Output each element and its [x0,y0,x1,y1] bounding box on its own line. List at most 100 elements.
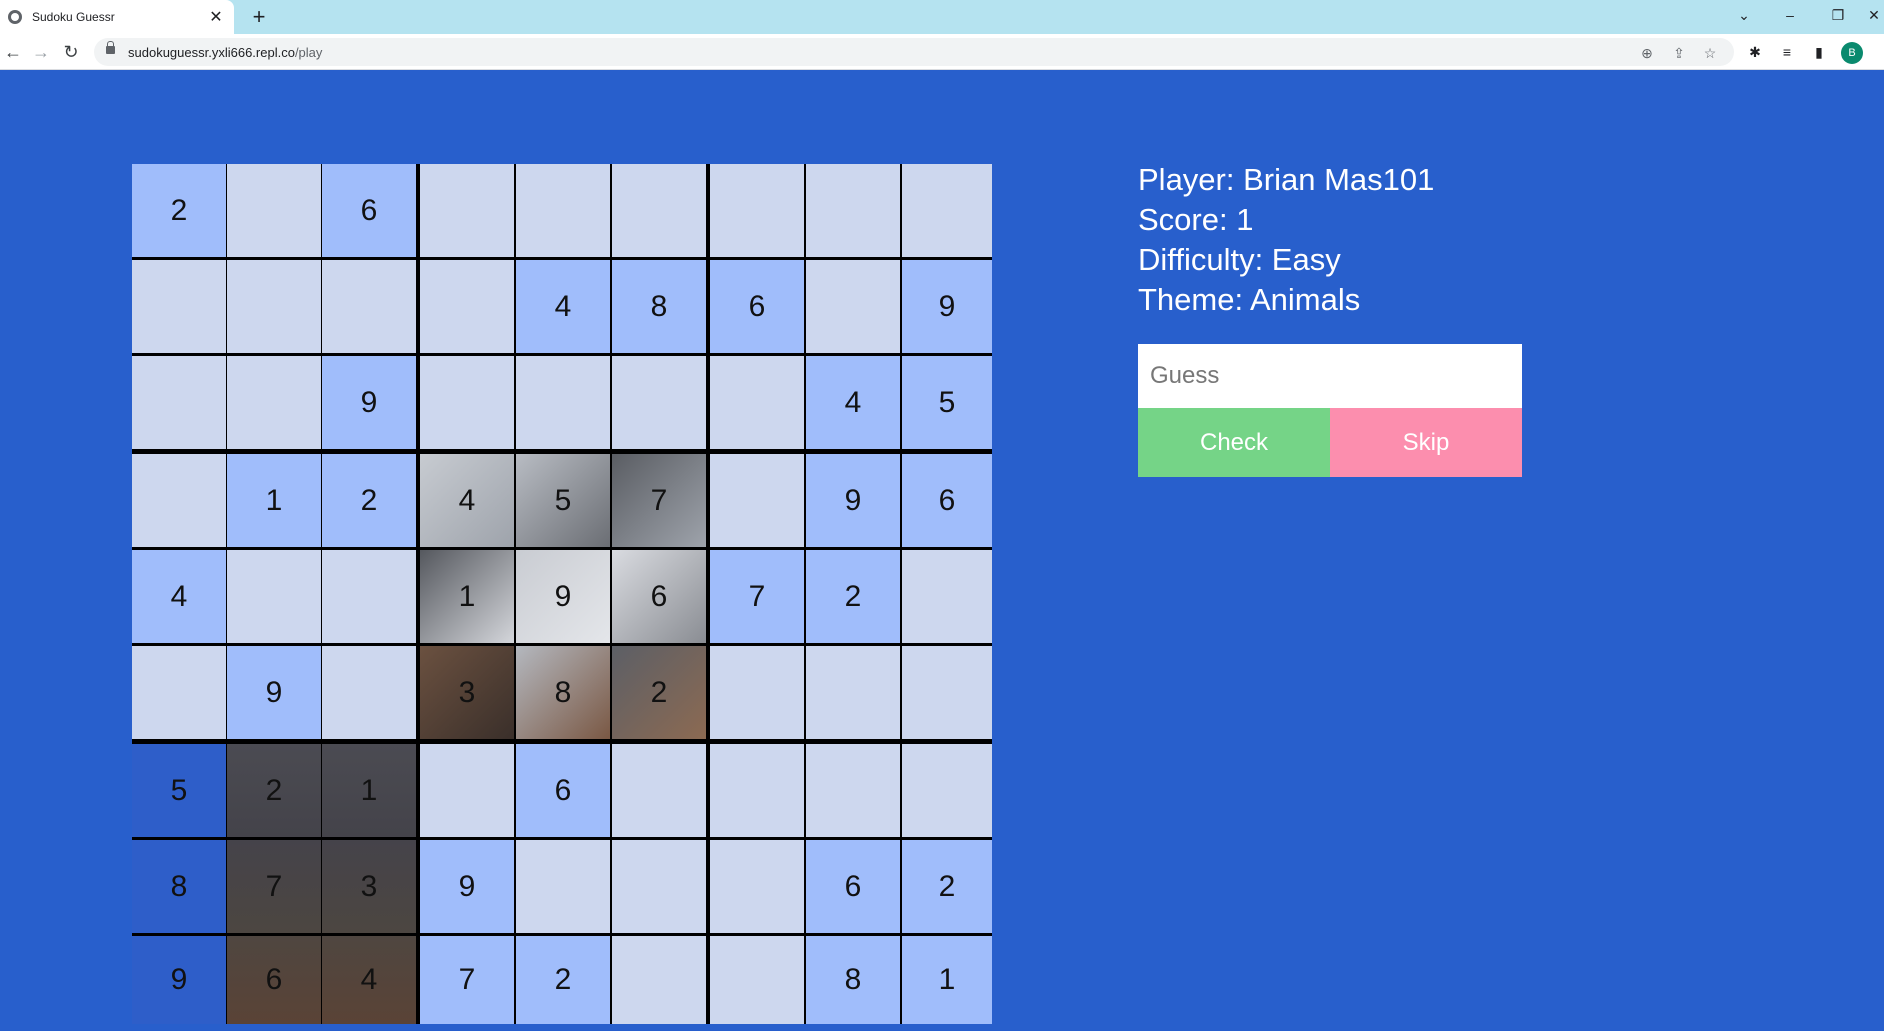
sudoku-cell[interactable] [420,260,514,353]
sudoku-cell[interactable]: 4 [322,936,416,1024]
sudoku-cell[interactable]: 6 [806,840,900,933]
restore-button[interactable]: ❐ [1818,0,1858,30]
sudoku-cell[interactable] [710,356,804,449]
sudoku-cell[interactable] [806,646,900,739]
sudoku-cell[interactable]: 5 [132,744,226,837]
sudoku-cell[interactable]: 3 [420,646,514,739]
sudoku-cell[interactable]: 2 [132,164,226,257]
sudoku-cell[interactable]: 5 [902,356,992,449]
sudoku-cell[interactable]: 1 [322,744,416,837]
side-panel-icon[interactable]: ▮ [1810,43,1828,61]
sudoku-cell[interactable]: 4 [132,550,226,643]
zoom-icon[interactable]: ⊕ [1638,44,1656,62]
browser-tab[interactable]: Sudoku Guessr ✕ [0,0,234,34]
sudoku-cell[interactable]: 4 [420,454,514,547]
sudoku-cell[interactable] [710,744,804,837]
sudoku-cell[interactable] [516,356,610,449]
sudoku-cell[interactable] [710,840,804,933]
sudoku-cell[interactable]: 4 [516,260,610,353]
skip-button[interactable]: Skip [1330,408,1522,477]
sudoku-cell[interactable] [516,164,610,257]
sudoku-cell[interactable]: 2 [612,646,706,739]
sudoku-cell[interactable] [227,164,321,257]
sudoku-cell[interactable] [132,356,226,449]
sudoku-cell[interactable]: 2 [227,744,321,837]
back-icon[interactable]: ← [0,39,26,65]
new-tab-button[interactable]: + [246,4,272,30]
sudoku-cell[interactable]: 2 [322,454,416,547]
sudoku-cell[interactable] [227,550,321,643]
sudoku-cell[interactable]: 7 [227,840,321,933]
check-button[interactable]: Check [1138,408,1330,477]
sudoku-cell[interactable] [806,260,900,353]
sudoku-cell[interactable]: 5 [516,454,610,547]
sudoku-cell[interactable]: 6 [902,454,992,547]
sudoku-cell[interactable]: 7 [612,454,706,547]
sudoku-cell[interactable]: 6 [710,260,804,353]
sudoku-cell[interactable]: 9 [806,454,900,547]
reload-icon[interactable]: ↻ [58,39,84,65]
sudoku-cell[interactable] [902,744,992,837]
sudoku-cell[interactable] [420,164,514,257]
sudoku-cell[interactable]: 9 [132,936,226,1024]
tab-search-icon[interactable]: ⌄ [1724,0,1764,30]
sudoku-cell[interactable] [806,744,900,837]
sudoku-cell[interactable]: 6 [227,936,321,1024]
sudoku-cell[interactable]: 9 [516,550,610,643]
profile-avatar[interactable]: B [1841,42,1863,64]
guess-input[interactable] [1138,344,1522,408]
sudoku-cell[interactable]: 2 [902,840,992,933]
sudoku-cell[interactable]: 6 [516,744,610,837]
minimize-button[interactable]: – [1770,0,1810,30]
sudoku-cell[interactable] [612,744,706,837]
sudoku-cell[interactable] [612,356,706,449]
sudoku-cell[interactable]: 8 [806,936,900,1024]
sudoku-cell[interactable] [710,454,804,547]
sudoku-cell[interactable] [322,550,416,643]
sudoku-cell[interactable]: 6 [612,550,706,643]
forward-icon[interactable]: → [28,39,54,65]
sudoku-cell[interactable]: 9 [322,356,416,449]
sudoku-cell[interactable] [902,646,992,739]
sudoku-cell[interactable] [322,260,416,353]
reading-list-icon[interactable]: ≡ [1778,43,1796,61]
sudoku-cell[interactable]: 1 [902,936,992,1024]
sudoku-cell[interactable]: 3 [322,840,416,933]
sudoku-cell[interactable]: 6 [322,164,416,257]
sudoku-cell[interactable] [420,744,514,837]
sudoku-cell[interactable] [132,454,226,547]
sudoku-cell[interactable] [902,550,992,643]
sudoku-cell[interactable]: 8 [132,840,226,933]
sudoku-cell[interactable]: 7 [710,550,804,643]
sudoku-cell[interactable] [516,840,610,933]
address-bar[interactable]: sudokuguessr.yxli666.repl.co/play ⊕ ⇪ ☆ [94,38,1734,66]
sudoku-cell[interactable] [806,164,900,257]
sudoku-cell[interactable] [612,164,706,257]
sudoku-cell[interactable]: 1 [420,550,514,643]
sudoku-cell[interactable] [612,936,706,1024]
sudoku-cell[interactable] [710,164,804,257]
sudoku-cell[interactable] [227,356,321,449]
sudoku-cell[interactable]: 4 [806,356,900,449]
sudoku-cell[interactable] [902,164,992,257]
sudoku-cell[interactable] [420,356,514,449]
sudoku-cell[interactable]: 9 [227,646,321,739]
share-icon[interactable]: ⇪ [1670,44,1688,62]
sudoku-cell[interactable]: 9 [420,840,514,933]
sudoku-cell[interactable]: 2 [806,550,900,643]
close-window-button[interactable]: ✕ [1864,0,1884,30]
sudoku-cell[interactable] [710,646,804,739]
sudoku-cell[interactable] [132,260,226,353]
sudoku-cell[interactable]: 8 [612,260,706,353]
bookmark-star-icon[interactable]: ☆ [1701,44,1719,62]
sudoku-cell[interactable]: 1 [227,454,321,547]
sudoku-cell[interactable] [322,646,416,739]
extensions-icon[interactable]: ✱ [1746,43,1764,61]
sudoku-cell[interactable]: 7 [420,936,514,1024]
sudoku-cell[interactable] [132,646,226,739]
sudoku-cell[interactable] [612,840,706,933]
sudoku-cell[interactable] [227,260,321,353]
sudoku-cell[interactable]: 8 [516,646,610,739]
sudoku-cell[interactable]: 9 [902,260,992,353]
close-tab-icon[interactable]: ✕ [206,7,226,27]
